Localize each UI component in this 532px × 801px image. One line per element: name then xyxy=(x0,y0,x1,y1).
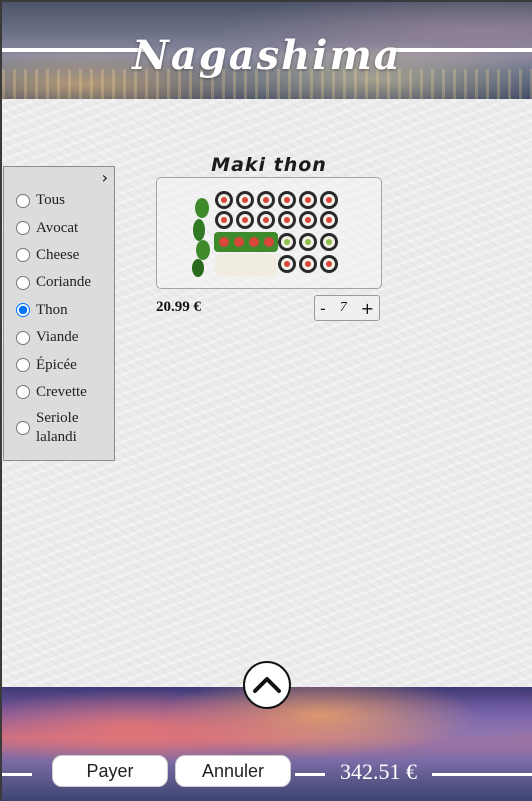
footer-rule-left xyxy=(2,773,32,776)
chevron-up-icon xyxy=(253,677,281,693)
ginger-strip xyxy=(215,254,277,276)
filter-item-coriande[interactable]: Coriande xyxy=(13,269,96,296)
brand-title: Nagashima xyxy=(132,32,402,79)
filter-item-cheese[interactable]: Cheese xyxy=(13,242,96,269)
filter-radio-epicee[interactable] xyxy=(16,358,30,373)
filter-item-seriole-lalandi[interactable]: Seriole lalandi xyxy=(13,406,96,450)
filter-item-avocat[interactable]: Avocat xyxy=(13,214,96,241)
order-total: 342.51 € xyxy=(340,759,417,784)
filter-item-crevette[interactable]: Crevette xyxy=(13,379,96,406)
product-title: Maki thon xyxy=(211,154,327,176)
chevron-right-icon[interactable]: › xyxy=(102,168,108,187)
scroll-top-button[interactable] xyxy=(243,661,291,709)
app-frame: Nagashima › Tous Avocat Cheese Coriande … xyxy=(2,2,532,801)
filter-radio-avocat[interactable] xyxy=(16,221,30,236)
product-card[interactable] xyxy=(156,177,382,289)
quantity-stepper: - 7 + xyxy=(314,295,380,321)
garnish-leaves xyxy=(192,198,210,277)
increment-button[interactable]: + xyxy=(361,299,374,318)
filter-item-tous[interactable]: Tous xyxy=(13,187,96,214)
main-content: › Tous Avocat Cheese Coriande Thon Viand… xyxy=(2,99,532,687)
footer-rule-mid xyxy=(295,773,325,776)
filter-radio-tous[interactable] xyxy=(16,193,30,208)
header: Nagashima xyxy=(2,2,532,99)
filter-list: Tous Avocat Cheese Coriande Thon Viande … xyxy=(13,187,96,450)
filter-panel: › Tous Avocat Cheese Coriande Thon Viand… xyxy=(3,166,115,461)
filter-item-thon[interactable]: Thon xyxy=(13,297,96,324)
filter-radio-seriole-lalandi[interactable] xyxy=(16,421,30,436)
filter-radio-thon[interactable] xyxy=(16,303,30,318)
footer-rule-right xyxy=(432,773,532,776)
pay-button[interactable]: Payer xyxy=(52,755,168,787)
decrement-button[interactable]: - xyxy=(320,299,326,318)
product-image xyxy=(192,191,338,277)
product-price: 20.99 € xyxy=(156,299,201,315)
filter-item-viande[interactable]: Viande xyxy=(13,324,96,351)
filter-radio-crevette[interactable] xyxy=(16,385,30,400)
filter-radio-cheese[interactable] xyxy=(16,248,30,263)
filter-item-epicee[interactable]: Épicée xyxy=(13,351,96,378)
filter-radio-coriande[interactable] xyxy=(16,275,30,290)
quantity-value: 7 xyxy=(339,300,347,315)
cancel-button[interactable]: Annuler xyxy=(175,755,291,787)
filter-radio-viande[interactable] xyxy=(16,330,30,345)
